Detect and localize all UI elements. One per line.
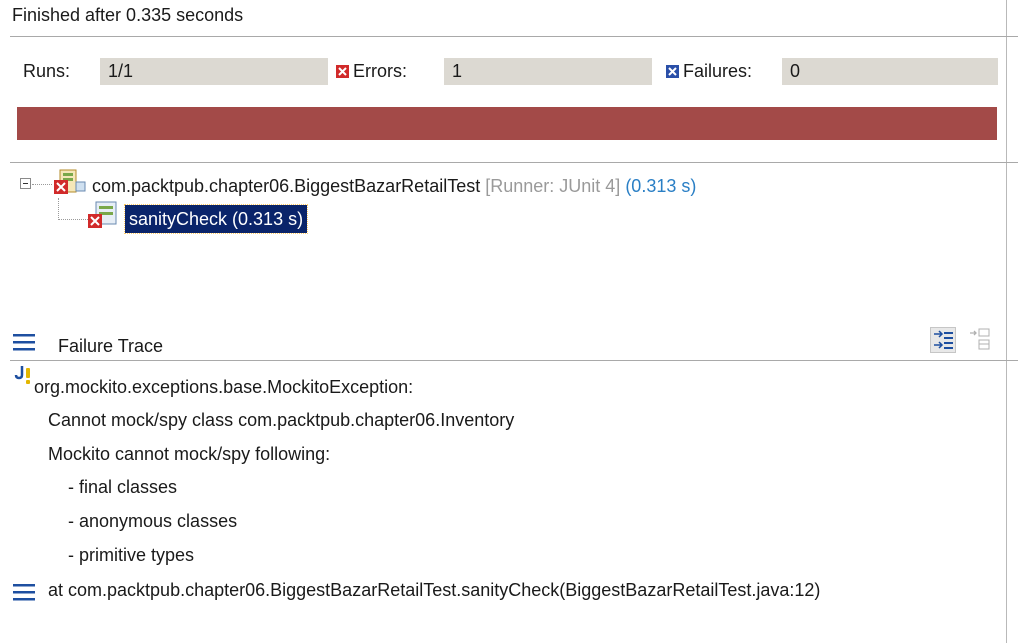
tree-collapse-toggle[interactable] (20, 178, 31, 189)
suite-time: (0.313 s) (625, 176, 697, 196)
trace-list-icon (13, 334, 35, 351)
trace-line: - anonymous classes (58, 511, 238, 531)
divider (10, 36, 1018, 37)
failures-label: Failures: (683, 61, 753, 81)
divider (10, 360, 1018, 361)
divider (10, 162, 1018, 163)
compare-icon (970, 328, 990, 350)
errors-value: 1 (444, 58, 652, 85)
tree-connector (32, 184, 52, 185)
runs-value: 1/1 (100, 58, 328, 85)
filter-stack-icon (934, 330, 953, 349)
suite-row[interactable]: com.packtpub.chapter06.BiggestBazarRetai… (92, 176, 696, 197)
suite-name: com.packtpub.chapter06.BiggestBazarRetai… (92, 176, 481, 196)
suite-runner: [Runner: JUnit 4] (485, 176, 621, 196)
failure-icon (666, 65, 679, 78)
error-icon (336, 65, 349, 78)
trace-line: Cannot mock/spy class com.packtpub.chapt… (48, 410, 515, 430)
filter-stack-button[interactable] (930, 327, 956, 353)
stack-frame-icon (13, 584, 35, 601)
trace-line: Mockito cannot mock/spy following: (48, 444, 331, 464)
errors-label: Errors: (353, 61, 407, 81)
failure-trace-title: Failure Trace (58, 336, 164, 356)
test-item-sanitycheck[interactable]: sanityCheck (0.313 s) (123, 204, 309, 234)
trace-line: - primitive types (58, 545, 195, 565)
trace-line: org.mockito.exceptions.base.MockitoExcep… (34, 377, 414, 397)
runs-label: Runs: (23, 61, 71, 81)
test-error-icon (88, 201, 117, 228)
failures-value: 0 (782, 58, 998, 85)
stack-frame-line[interactable]: at com.packtpub.chapter06.BiggestBazarRe… (48, 580, 820, 601)
suite-error-icon (54, 169, 86, 194)
tree-connector (58, 198, 59, 220)
compare-button[interactable] (968, 327, 994, 353)
progress-bar (17, 107, 997, 140)
trace-line: - final classes (58, 477, 178, 497)
status-text: Finished after 0.335 seconds (12, 5, 244, 25)
